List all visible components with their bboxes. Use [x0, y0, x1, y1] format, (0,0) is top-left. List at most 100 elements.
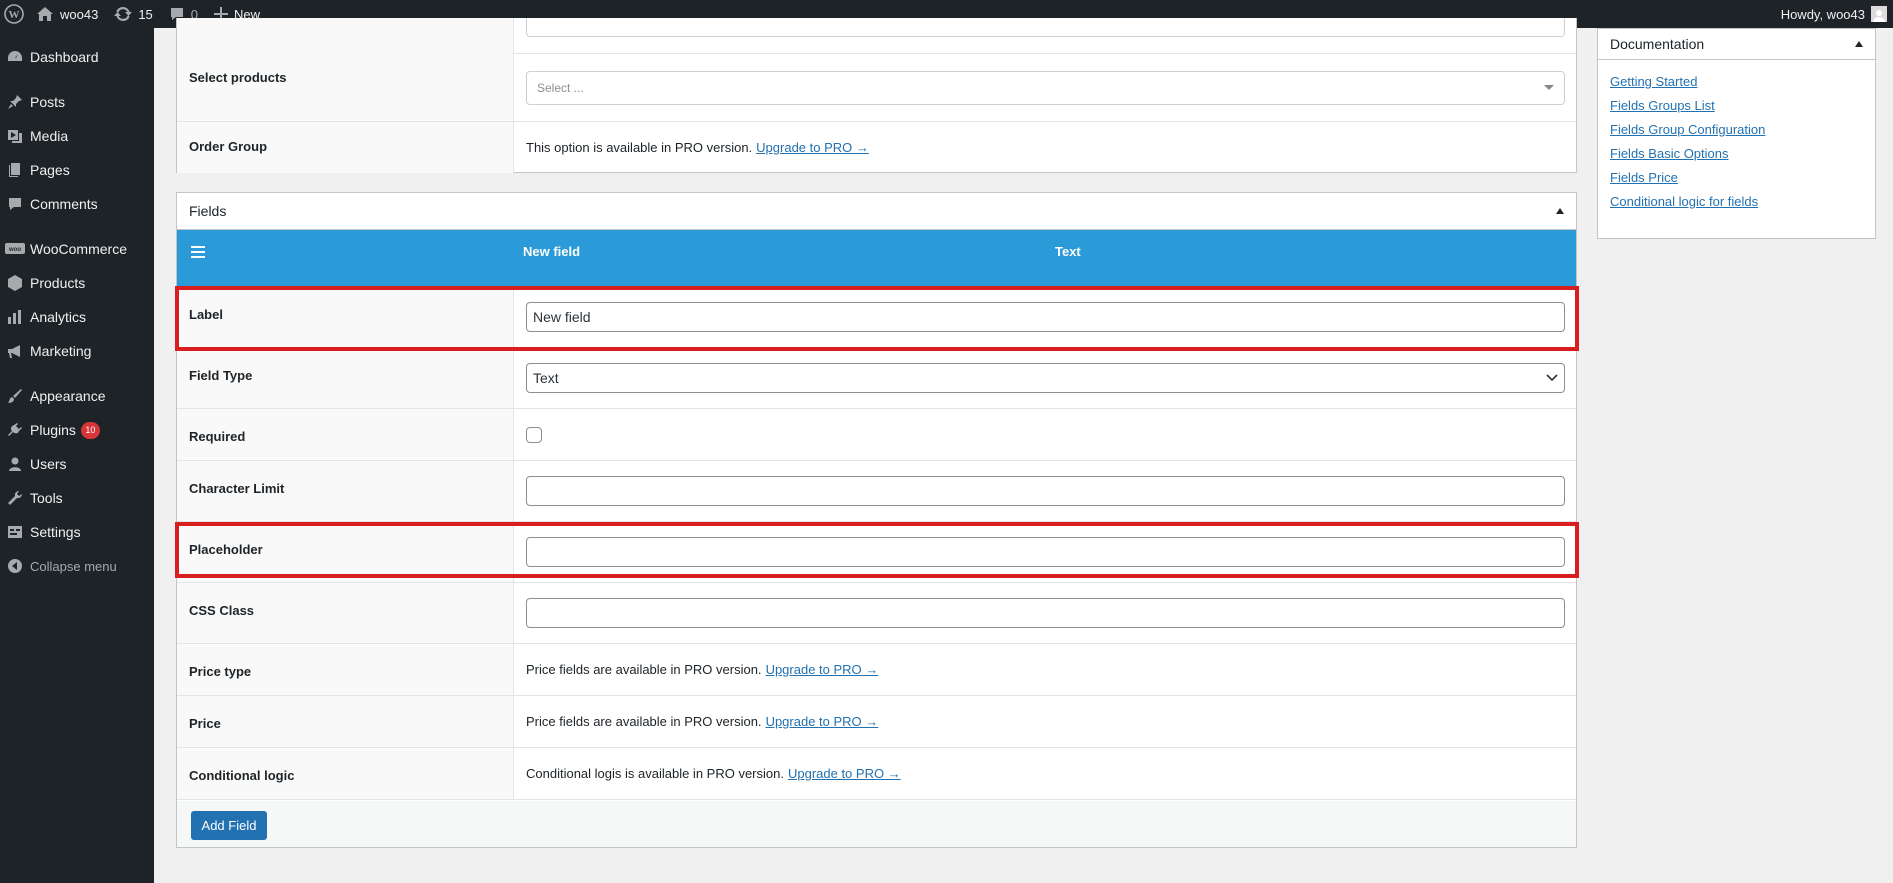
field-required-checkbox[interactable] — [526, 426, 542, 443]
documentation-box: Documentation Getting Started Fields Gro… — [1597, 28, 1876, 239]
sidebar-item-plugins[interactable]: Plugins 10 — [0, 413, 154, 447]
settings-row-top — [177, 18, 1576, 58]
order-group-upgrade-link[interactable]: Upgrade to PRO → — [756, 140, 869, 155]
my-account-link[interactable]: Howdy, woo43 — [1773, 0, 1893, 28]
documentation-links: Getting Started Fields Groups List Field… — [1598, 60, 1875, 218]
field-css-class-cell — [515, 583, 1576, 643]
sidebar-item-label: Media — [30, 128, 69, 144]
dashboard-icon — [0, 48, 30, 66]
select-products-row: Select products Select ... — [177, 54, 1576, 122]
home-icon — [37, 7, 53, 21]
field-type-select[interactable]: Text — [526, 363, 1565, 393]
sidebar-item-analytics[interactable]: Analytics — [0, 300, 154, 334]
sidebar-item-tools[interactable]: Tools — [0, 481, 154, 515]
field-conditional-label: Conditional logic — [177, 748, 514, 799]
field-char-limit-label: Character Limit — [177, 461, 514, 521]
sidebar-item-label: Tools — [30, 490, 63, 506]
sidebar-item-users[interactable]: Users — [0, 447, 154, 481]
field-price-cell: Price fields are available in PRO versio… — [515, 696, 1576, 747]
sidebar-item-pages[interactable]: Pages — [0, 153, 154, 187]
sidebar-item-media[interactable]: Media — [0, 119, 154, 153]
add-field-button[interactable]: Add Field — [191, 811, 267, 840]
plugins-update-badge: 10 — [80, 421, 100, 439]
documentation-header[interactable]: Documentation — [1598, 29, 1875, 60]
settings-icon — [0, 523, 30, 541]
sidebar-item-label: Analytics — [30, 309, 87, 325]
price-upgrade-link[interactable]: Upgrade to PRO → — [766, 714, 879, 729]
collapse-menu-button[interactable]: Collapse menu — [0, 549, 154, 583]
group-settings-panel: Select products Select ... Order Group T… — [176, 18, 1577, 173]
field-row-char-limit: Character Limit — [177, 461, 1576, 522]
field-type-cell: Text — [515, 348, 1576, 408]
price-type-upgrade-link[interactable]: Upgrade to PRO → — [766, 662, 879, 677]
field-char-limit-input[interactable] — [526, 476, 1565, 506]
collapse-arrow-icon[interactable] — [1556, 208, 1564, 214]
sidebar-item-label: Plugins — [30, 422, 76, 438]
fields-panel-header[interactable]: Fields — [177, 193, 1576, 230]
admin-sidebar: Dashboard Posts Media Pages Comments woo… — [0, 28, 154, 883]
sidebar-item-label: Posts — [30, 94, 66, 110]
field-required-cell — [515, 409, 1576, 460]
plug-icon — [0, 421, 30, 439]
comment-icon — [0, 195, 30, 213]
field-row-css-class: CSS Class — [177, 583, 1576, 644]
field-css-class-input[interactable] — [526, 598, 1565, 628]
doc-link-fields-basic-options[interactable]: Fields Basic Options — [1610, 146, 1863, 170]
sidebar-item-dashboard[interactable]: Dashboard — [0, 40, 154, 74]
drag-handle-icon[interactable] — [191, 246, 205, 261]
sidebar-item-label: Dashboard — [30, 49, 99, 65]
conditional-upgrade-link[interactable]: Upgrade to PRO → — [788, 766, 901, 781]
user-icon — [0, 455, 30, 473]
highlight-label-row — [175, 286, 1579, 351]
sidebar-item-marketing[interactable]: Marketing — [0, 334, 154, 368]
documentation-title: Documentation — [1610, 36, 1705, 52]
order-group-row: Order Group This option is available in … — [177, 122, 1576, 173]
collapse-arrow-icon[interactable] — [1855, 41, 1863, 47]
doc-link-getting-started[interactable]: Getting Started — [1610, 74, 1863, 98]
doc-link-conditional-logic[interactable]: Conditional logic for fields — [1610, 194, 1863, 218]
sidebar-item-posts[interactable]: Posts — [0, 85, 154, 119]
field-price-type-label: Price type — [177, 644, 514, 695]
sidebar-item-label: Pages — [30, 162, 70, 178]
field-header-name: New field — [523, 244, 581, 259]
price-text: Price fields are available in PRO versio… — [526, 714, 762, 729]
select-products-dropdown[interactable]: Select ... — [526, 70, 1565, 105]
fields-panel-title: Fields — [189, 203, 227, 219]
updates-link[interactable]: 15 — [106, 0, 160, 28]
field-header-type: Text — [1055, 244, 1081, 259]
sidebar-item-settings[interactable]: Settings — [0, 515, 154, 549]
brush-icon — [0, 387, 30, 405]
field-header-bar[interactable]: New field Text — [177, 230, 1576, 287]
howdy-text: Howdy, woo43 — [1780, 6, 1865, 22]
sidebar-item-comments[interactable]: Comments — [0, 187, 154, 221]
pin-icon — [0, 93, 30, 111]
sidebar-item-label: Products — [30, 275, 86, 291]
sidebar-item-products[interactable]: Products — [0, 266, 154, 300]
doc-link-fields-price[interactable]: Fields Price — [1610, 170, 1863, 194]
select-products-cell: Select ... — [515, 54, 1576, 121]
updates-icon — [114, 6, 133, 22]
select-products-placeholder: Select ... — [537, 80, 584, 95]
field-type-selected: Text — [533, 370, 559, 386]
doc-link-fields-groups-list[interactable]: Fields Groups List — [1610, 98, 1863, 122]
sidebar-item-appearance[interactable]: Appearance — [0, 379, 154, 413]
pages-icon — [0, 161, 30, 179]
field-char-limit-cell — [515, 461, 1576, 521]
sidebar-item-label: Settings — [30, 524, 81, 540]
wordpress-logo-icon[interactable]: W — [0, 0, 28, 28]
settings-value-cell — [515, 18, 1576, 53]
sidebar-item-label: Users — [30, 456, 67, 472]
sidebar-item-woocommerce[interactable]: woo WooCommerce — [0, 232, 154, 266]
chevron-down-icon — [1546, 374, 1558, 382]
megaphone-icon — [0, 342, 30, 360]
doc-link-fields-group-configuration[interactable]: Fields Group Configuration — [1610, 122, 1863, 146]
conditional-text: Conditional logis is available in PRO ve… — [526, 766, 784, 781]
order-group-label: Order Group — [177, 122, 514, 173]
updates-count: 15 — [138, 6, 153, 22]
collapse-icon — [0, 558, 30, 574]
woocommerce-icon: woo — [0, 242, 30, 256]
top-partial-input[interactable] — [526, 18, 1565, 37]
site-name-link[interactable]: woo43 — [28, 0, 106, 28]
sidebar-item-label: Collapse menu — [30, 558, 117, 574]
box-icon — [0, 274, 30, 292]
